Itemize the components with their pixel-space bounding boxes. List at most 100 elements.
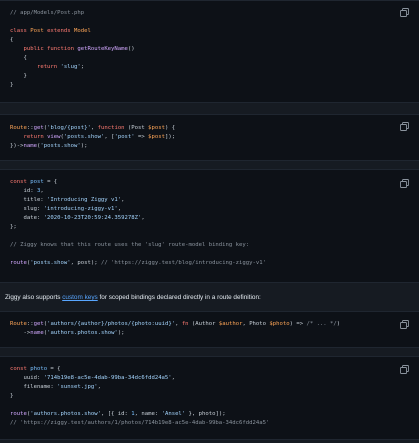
code-token: 'slug' <box>60 64 81 70</box>
code-line: const photo = { <box>10 365 419 374</box>
code-token: Post <box>30 28 48 34</box>
code-token: 'posts.show' <box>63 134 105 140</box>
code-token: } <box>10 393 14 399</box>
code-token: filename: <box>10 384 58 390</box>
prose-text: for scoped bindings declared directly in… <box>97 294 261 301</box>
code-token: slug: <box>10 206 44 212</box>
code-token: route <box>10 260 27 266</box>
code-line: }; <box>10 223 419 232</box>
code-content: const photo = { uuid: '714b19e8-ac5e-4da… <box>0 357 419 428</box>
code-line: ​ <box>10 232 419 241</box>
copy-icon <box>400 365 409 374</box>
code-token: route <box>10 411 27 417</box>
code-token: $photo <box>269 321 290 327</box>
code-token: /* ... */ <box>306 321 337 327</box>
code-line: return view('posts.show', ['post' => $po… <box>10 133 419 142</box>
code-token: , <box>117 206 122 212</box>
code-token: $post <box>148 125 165 131</box>
code-token: getRouteKeyName <box>77 46 128 52</box>
prose-text: Ziggy also supports <box>5 294 63 301</box>
code-token: title: <box>10 197 48 203</box>
code-token: fn <box>181 321 192 327</box>
code-line: route('authors.photos.show', [{ id: 1, n… <box>10 410 419 419</box>
code-token: => <box>134 134 149 140</box>
code-token: } <box>10 82 14 88</box>
code-token: 'sunset.jpg' <box>57 384 98 390</box>
code-token: ); <box>80 143 88 149</box>
code-block-route-definition: Route::get('blog/{post}', function (Post… <box>0 114 419 161</box>
code-token: '2020-10-23T20:59:24.359278Z' <box>43 215 142 221</box>
code-line: filename: 'sunset.jpg', <box>10 383 419 392</box>
code-token: function <box>97 125 128 131</box>
code-block-route-usage: const post = { id: 3, title: 'Introducin… <box>0 169 419 283</box>
code-token: , name: <box>134 411 162 417</box>
code-line: // Ziggy knows that this route uses the … <box>10 241 419 250</box>
copy-button[interactable] <box>400 8 409 17</box>
code-content: // app/Models/Post.php ​class Post extend… <box>0 1 419 90</box>
code-token: post <box>30 179 44 185</box>
code-line: uuid: '714b19e8-ac5e-4dab-99ba-34dc6fdd2… <box>10 374 419 383</box>
code-block-post-model: // app/Models/Post.php ​class Post extend… <box>0 0 419 103</box>
code-content: Route::get('authors/{author}/photos/{pho… <box>0 312 419 338</box>
code-token: , <box>171 375 176 381</box>
code-token: 'authors.photos.show' <box>47 330 118 336</box>
code-token: '714b19e8-ac5e-4dab-99ba-34dc6fdd24a5' <box>43 375 172 381</box>
code-token: 'posts.show' <box>30 260 71 266</box>
code-token: 'blog/{post}' <box>47 125 91 131</box>
code-token: , <box>141 215 145 221</box>
docs-page: // app/Models/Post.php​class Post extend… <box>0 0 419 443</box>
code-token: const <box>10 179 31 185</box>
code-token: { <box>10 55 27 61</box>
code-line: const post = { <box>10 178 419 187</box>
code-token: 'Introducing Ziggy v1' <box>47 197 122 203</box>
code-token: id: <box>10 188 37 194</box>
code-token: $author <box>218 321 243 327</box>
code-line: ​ <box>10 18 419 27</box>
code-token: (Post <box>127 125 149 131</box>
code-token: -> <box>10 330 31 336</box>
code-content: const post = { id: 3, title: 'Introducin… <box>0 170 419 268</box>
code-token: name <box>30 330 44 336</box>
code-line: ​ <box>10 250 419 259</box>
copy-button[interactable] <box>400 365 409 374</box>
code-token: return <box>23 134 48 140</box>
code-token: // 'https://ziggy.test/blog/introducing-… <box>100 260 266 266</box>
copy-button[interactable] <box>400 122 409 131</box>
code-token: const <box>10 366 31 372</box>
copy-button[interactable] <box>400 179 409 188</box>
code-token: Route <box>10 321 27 327</box>
code-token: , <box>97 384 101 390</box>
code-token: // Ziggy knows that this route uses the … <box>10 242 250 248</box>
code-token: // app/Models/Post.php <box>10 10 85 16</box>
code-token: ) <box>336 321 341 327</box>
code-token: :: <box>26 125 34 131</box>
code-line: { <box>10 36 419 45</box>
code-token: () <box>127 46 135 52</box>
code-token: public function <box>23 46 78 52</box>
copy-icon <box>400 320 409 329</box>
code-block-scoped-route: Route::get('authors/{author}/photos/{pho… <box>0 311 419 348</box>
code-line: // 'https://ziggy.test/authors/1/photos/… <box>10 419 419 428</box>
code-token: view <box>47 134 61 140</box>
code-token: 'posts.show' <box>40 143 81 149</box>
code-token: }, photo]); <box>185 411 226 417</box>
code-line: id: 3, <box>10 187 419 196</box>
copy-icon <box>400 122 409 131</box>
code-token: = { <box>43 179 58 185</box>
custom-keys-link[interactable]: custom keys <box>62 294 98 301</box>
code-token: 'Ansel' <box>161 411 186 417</box>
code-token: }; <box>10 224 17 230</box>
code-token: , Photo <box>242 321 270 327</box>
code-token: ; <box>80 64 85 70</box>
code-token: Model <box>74 28 91 34</box>
code-line: { <box>10 54 419 63</box>
code-content: Route::get('blog/{post}', function (Post… <box>0 115 419 151</box>
code-token: :: <box>26 321 34 327</box>
code-token: name <box>23 143 37 149</box>
code-token: 'post' <box>114 134 135 140</box>
code-token: 'authors.photos.show' <box>30 411 101 417</box>
code-token: , post); <box>70 260 101 266</box>
copy-button[interactable] <box>400 320 409 329</box>
